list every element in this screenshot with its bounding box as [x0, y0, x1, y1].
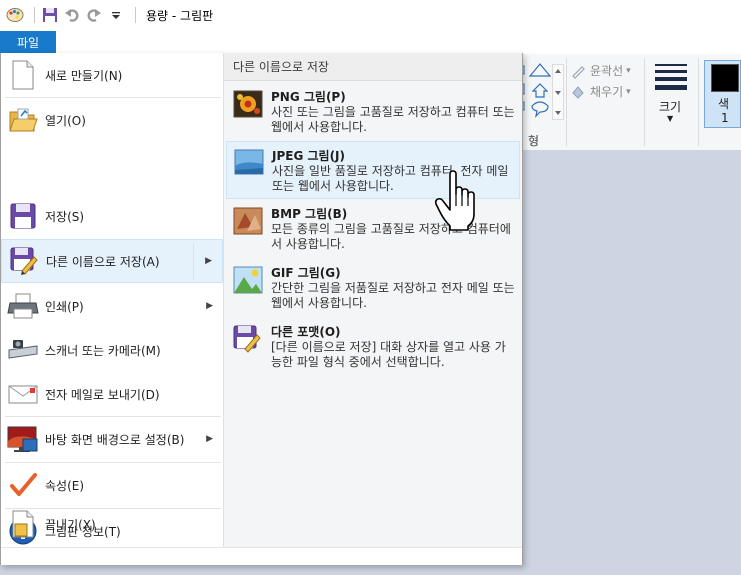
- save-icon[interactable]: [41, 6, 59, 24]
- gif-image-icon: [233, 266, 265, 298]
- submenu-arrow-icon: ▶: [206, 434, 213, 444]
- save-icon: [7, 200, 39, 232]
- divider: [34, 7, 35, 23]
- paint-app-icon[interactable]: [6, 6, 24, 24]
- hand-cursor-icon: [434, 170, 475, 231]
- png-image-icon: [233, 90, 265, 122]
- desktop-background-icon: [7, 423, 39, 455]
- outline-button[interactable]: 윤곽선 ▾: [570, 62, 631, 79]
- menu-item-exit[interactable]: 끝내기(X): [1, 502, 221, 546]
- save-as-icon: [8, 245, 40, 277]
- menu-item-scanner[interactable]: 스캐너 또는 카메라(M): [1, 328, 223, 372]
- shapes-gallery[interactable]: [520, 62, 554, 120]
- tab-file[interactable]: 파일: [0, 31, 56, 53]
- customize-dropdown-icon[interactable]: [107, 6, 125, 24]
- color-1-button[interactable]: 색 1: [704, 60, 741, 128]
- printer-icon: [7, 290, 39, 322]
- new-file-icon: [7, 59, 39, 91]
- title-bar: 용량 - 그림판: [0, 0, 741, 30]
- save-as-other-format[interactable]: 다른 포맷(O) [다른 이름으로 저장] 대화 상자를 열고 사용 가능한 파…: [226, 318, 520, 376]
- menu-item-save[interactable]: 저장(S): [1, 194, 223, 238]
- fill-button[interactable]: 채우기 ▾: [570, 83, 631, 100]
- menu-item-desktop-background[interactable]: 바탕 화면 배경으로 설정(B) ▶: [1, 417, 223, 461]
- divider: [135, 7, 136, 23]
- scanner-icon: [7, 334, 39, 366]
- menu-item-save-as[interactable]: 다른 이름으로 저장(A) ▶: [1, 239, 223, 283]
- email-icon: [7, 378, 39, 410]
- save-as-gif[interactable]: GIF 그림(G) 간단한 그림을 저품질로 저장하고 전자 메일 또는 웹에서…: [226, 259, 520, 317]
- submenu-header: 다른 이름으로 저장: [224, 53, 522, 81]
- shapes-group-label: 형: [528, 134, 540, 148]
- menu-item-print[interactable]: 인쇄(P) ▶: [1, 284, 223, 328]
- pencil-outline-icon: [572, 65, 585, 79]
- divider: [644, 58, 645, 146]
- paint-bucket-icon: [572, 85, 584, 99]
- color-1-swatch: [711, 64, 739, 92]
- bmp-image-icon: [233, 207, 265, 239]
- save-as-png[interactable]: PNG 그림(P) 사진 또는 그림을 고품질로 저장하고 컴퓨터 또는 웹에서…: [226, 83, 520, 141]
- submenu-arrow-icon: ▶: [206, 301, 213, 311]
- size-button[interactable]: 크기 ▼: [651, 60, 691, 130]
- submenu-arrow-icon: ▶: [205, 256, 212, 266]
- open-folder-icon: [7, 104, 39, 136]
- file-menu-commands: 새로 만들기(N) 열기(O) 저장(S) 다른 이름으로 저장(A) ▶ 인쇄…: [1, 53, 223, 565]
- undo-icon[interactable]: [63, 6, 81, 24]
- redo-icon[interactable]: [85, 6, 103, 24]
- checkmark-icon: [7, 469, 39, 501]
- exit-icon: [7, 508, 39, 540]
- shapes-scrollbar[interactable]: [552, 64, 564, 120]
- menu-item-properties[interactable]: 속성(E): [1, 463, 223, 507]
- save-as-submenu: 다른 이름으로 저장 PNG 그림(P) 사진 또는 그림을 고품질로 저장하고…: [224, 53, 522, 547]
- menu-item-open[interactable]: 열기(O): [1, 98, 223, 142]
- other-format-icon: [233, 325, 265, 357]
- divider: [698, 58, 699, 146]
- jpeg-image-icon: [234, 149, 266, 181]
- divider: [566, 58, 567, 146]
- menu-item-email[interactable]: 전자 메일로 보내기(D): [1, 372, 223, 416]
- file-menu: 새로 만들기(N) 열기(O) 저장(S) 다른 이름으로 저장(A) ▶ 인쇄…: [0, 53, 523, 565]
- menu-footer: [1, 547, 522, 565]
- ribbon-tabs: [0, 30, 741, 54]
- window-title: 용량 - 그림판: [146, 8, 214, 23]
- menu-item-new[interactable]: 새로 만들기(N): [1, 53, 223, 97]
